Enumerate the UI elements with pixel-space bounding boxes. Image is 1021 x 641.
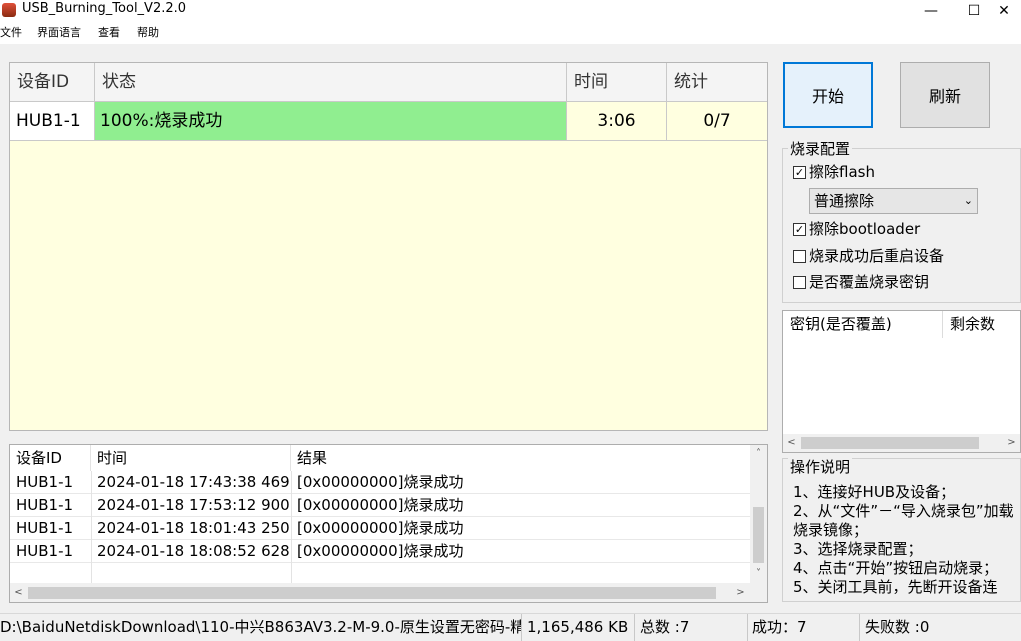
key-header[interactable]: 密钥(是否覆盖) <box>783 311 943 338</box>
overwrite-key-check[interactable] <box>793 275 806 289</box>
key-list-scrollbar[interactable]: < > <box>783 434 1020 452</box>
scroll-left-icon[interactable]: < <box>10 584 27 601</box>
close-button[interactable]: ✕ <box>981 0 1021 22</box>
status-bar: D:\BaiduNetdiskDownload\110-中兴B863AV3.2-… <box>0 613 1021 641</box>
device-table: 设备ID 状态 时间 统计 HUB1-1 100%:烧录成功 3:06 0/7 <box>9 62 768 431</box>
log-horizontal-scrollbar[interactable]: < > <box>10 583 767 602</box>
device-stats-cell: 0/7 <box>667 102 767 141</box>
menu-view[interactable]: 查看 <box>98 25 120 41</box>
key-list[interactable]: 密钥(是否覆盖) 剩余数 < > <box>782 310 1021 453</box>
menu-language[interactable]: 界面语言 <box>37 25 81 41</box>
minimize-button[interactable]: — <box>908 0 954 22</box>
log-time: 2024-01-18 18:01:43 250 <box>97 519 290 537</box>
device-id-header[interactable]: 设备ID <box>10 63 95 102</box>
scroll-up-icon[interactable]: ˄ <box>750 445 767 462</box>
status-fail: 失败数 :0 <box>865 618 930 636</box>
log-row[interactable]: HUB1-1 2024-01-18 17:53:12 900 [0x000000… <box>10 494 750 517</box>
start-button[interactable]: 开始 <box>783 62 873 128</box>
log-result: [0x00000000]烧录成功 <box>297 473 464 491</box>
erase-mode-value: 普通擦除 <box>814 192 875 210</box>
log-result: [0x00000000]烧录成功 <box>297 542 464 560</box>
status-success: 成功：7 <box>752 614 860 641</box>
status-size: 1,165,486 KB <box>527 614 635 641</box>
log-time: 2024-01-18 17:43:38 469 <box>97 473 290 491</box>
device-status-cell: 100%:烧录成功 <box>95 102 567 141</box>
menu-file[interactable]: 文件 <box>0 25 22 41</box>
device-id-cell[interactable]: HUB1-1 <box>10 102 95 141</box>
instruction-line: 2、从“文件”－“导入烧录包”加载 <box>793 502 1014 520</box>
instructions-title: 操作说明 <box>788 458 853 476</box>
scroll-left-icon[interactable]: < <box>783 434 800 451</box>
log-time-header[interactable]: 时间 <box>91 445 291 471</box>
log-vertical-scrollbar[interactable]: ˄ ˅ <box>750 445 767 583</box>
instruction-line: 1、连接好HUB及设备； <box>793 483 956 501</box>
log-result: [0x00000000]烧录成功 <box>297 519 464 537</box>
log-list[interactable]: 设备ID 时间 结果 HUB1-1 2024-01-18 17:43:38 46… <box>9 444 768 603</box>
log-row[interactable]: HUB1-1 2024-01-18 18:08:52 628 [0x000000… <box>10 540 750 563</box>
erase-flash-label: 擦除flash <box>809 163 875 181</box>
erase-bootloader-checkbox[interactable]: ✓ 擦除bootloader <box>793 219 920 239</box>
menu-bar: 文件 界面语言 查看 帮助 <box>0 22 1021 44</box>
instruction-line: 3、选择烧录配置； <box>793 540 923 558</box>
remaining-header[interactable]: 剩余数 <box>943 311 1021 338</box>
log-row[interactable]: HUB1-1 2024-01-18 18:01:43 250 [0x000000… <box>10 517 750 540</box>
menu-help[interactable]: 帮助 <box>137 25 159 41</box>
scroll-right-icon[interactable]: > <box>732 584 749 601</box>
instruction-line: 烧录镜像； <box>793 521 869 539</box>
log-id-header[interactable]: 设备ID <box>10 445 91 471</box>
burn-config-title: 烧录配置 <box>788 140 853 158</box>
log-id: HUB1-1 <box>16 542 74 560</box>
erase-flash-checkbox[interactable]: ✓ 擦除flash <box>793 162 875 182</box>
status-header[interactable]: 状态 <box>95 63 567 102</box>
instruction-line: 5、关闭工具前，先断开设备连 <box>793 578 998 596</box>
overwrite-key-checkbox[interactable]: 是否覆盖烧录密钥 <box>793 272 929 292</box>
erase-flash-check[interactable]: ✓ <box>793 165 806 179</box>
reboot-after-label: 烧录成功后重启设备 <box>809 247 945 265</box>
overwrite-key-label: 是否覆盖烧录密钥 <box>809 273 930 291</box>
key-list-scroll-thumb[interactable] <box>801 437 979 449</box>
log-vscroll-thumb[interactable] <box>753 507 764 563</box>
stats-header[interactable]: 统计 <box>667 63 767 102</box>
scroll-down-icon[interactable]: ˅ <box>750 565 767 582</box>
app-icon <box>2 3 16 17</box>
reboot-after-checkbox[interactable]: 烧录成功后重启设备 <box>793 246 944 266</box>
chevron-down-icon: ⌄ <box>963 194 973 207</box>
refresh-button[interactable]: 刷新 <box>900 62 990 128</box>
status-total: 总数 :7 <box>640 614 748 641</box>
time-header[interactable]: 时间 <box>567 63 667 102</box>
device-time-cell: 3:06 <box>567 102 667 141</box>
erase-bootloader-check[interactable]: ✓ <box>793 222 806 236</box>
erase-bootloader-label: 擦除bootloader <box>809 220 921 238</box>
log-result-header[interactable]: 结果 <box>291 445 750 471</box>
log-column-divider <box>291 471 292 583</box>
log-hscroll-thumb[interactable] <box>28 587 716 599</box>
erase-mode-select[interactable]: 普通擦除 ⌄ <box>809 188 978 214</box>
log-row[interactable]: HUB1-1 2024-01-18 17:43:38 469 [0x000000… <box>10 471 750 494</box>
log-id: HUB1-1 <box>16 473 74 491</box>
log-time: 2024-01-18 18:08:52 628 <box>97 542 290 560</box>
log-column-divider <box>91 471 92 583</box>
status-path: D:\BaiduNetdiskDownload\110-中兴B863AV3.2-… <box>0 614 522 641</box>
window-title: USB_Burning_Tool_V2.2.0 <box>22 1 187 16</box>
log-result: [0x00000000]烧录成功 <box>297 496 464 514</box>
reboot-after-check[interactable] <box>793 249 806 263</box>
instruction-line: 4、点击“开始”按钮启动烧录； <box>793 559 999 577</box>
instructions-group: 1、连接好HUB及设备； 2、从“文件”－“导入烧录包”加载 烧录镜像； 3、选… <box>782 458 1021 602</box>
title-bar: USB_Burning_Tool_V2.2.0 — ☐ ✕ <box>0 0 1021 22</box>
log-id: HUB1-1 <box>16 496 74 514</box>
scroll-right-icon[interactable]: > <box>1003 434 1020 451</box>
log-time: 2024-01-18 17:53:12 900 <box>97 496 290 514</box>
log-id: HUB1-1 <box>16 519 74 537</box>
